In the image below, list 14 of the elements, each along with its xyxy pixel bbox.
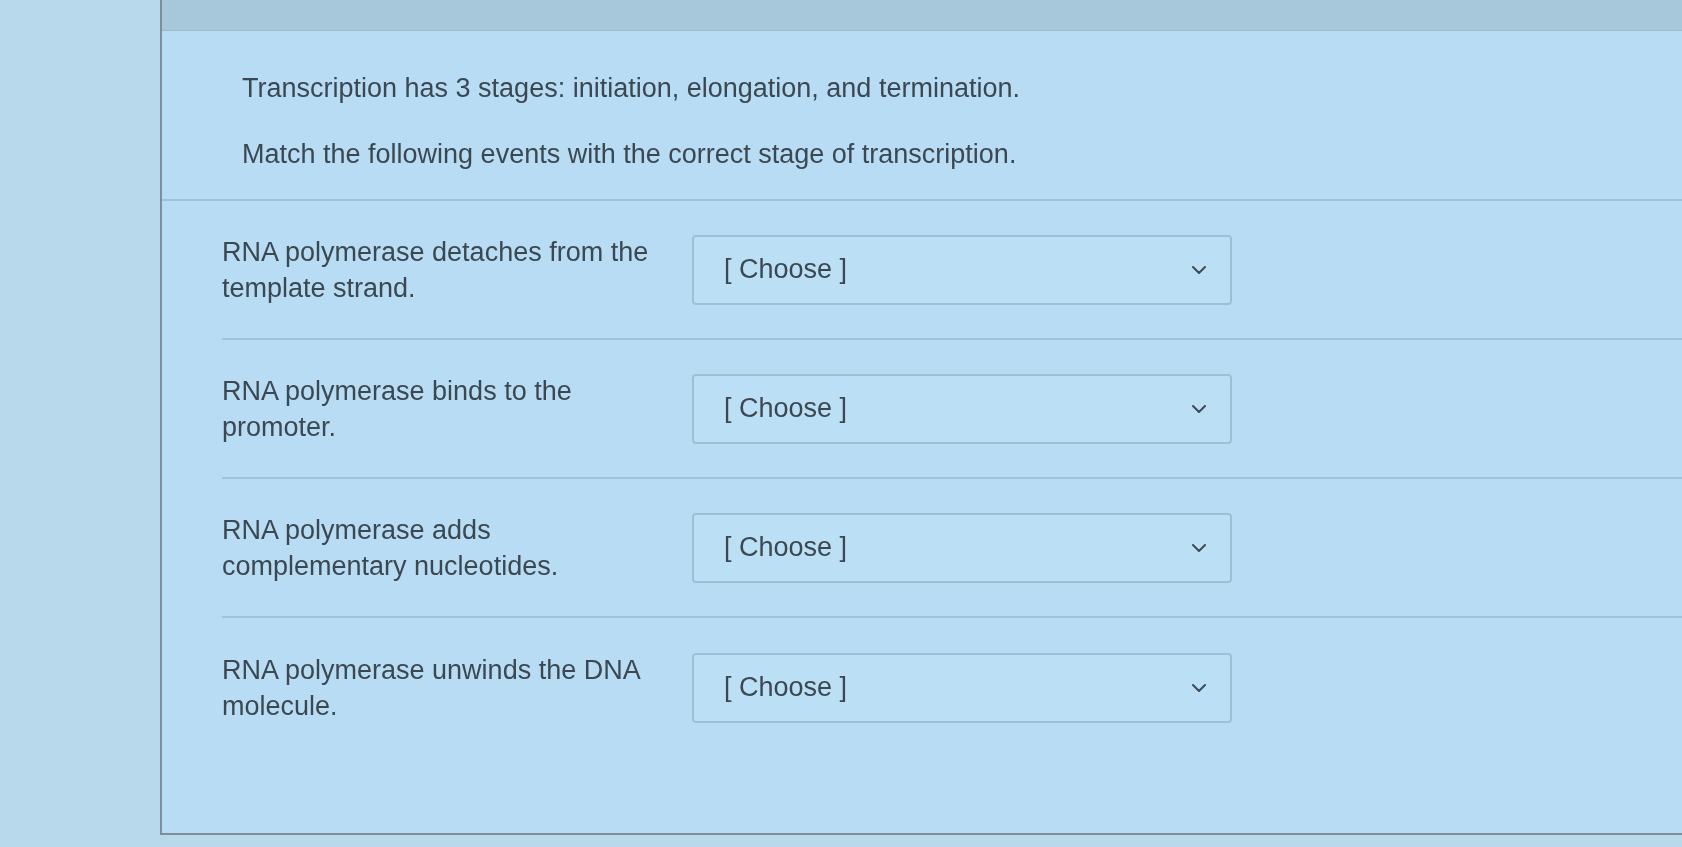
match-prompt: RNA polymerase detaches from the template strand. bbox=[222, 235, 650, 305]
chevron-down-icon bbox=[1192, 683, 1206, 692]
chevron-down-icon bbox=[1192, 404, 1206, 413]
stage-select[interactable]: [ Choose ] bbox=[692, 234, 1232, 305]
stage-select[interactable]: [ Choose ] bbox=[692, 652, 1232, 723]
chevron-down-icon bbox=[1192, 543, 1206, 552]
match-prompt: RNA polymerase adds complementary nucleotides. bbox=[222, 513, 560, 583]
chevron-down-icon bbox=[1192, 265, 1206, 274]
stage-select[interactable]: [ Choose ] bbox=[692, 373, 1232, 444]
match-prompt: RNA polymerase binds to the promoter. bbox=[222, 374, 573, 444]
question-text: Transcription has 3 stages: initiation, elongation, and termination. bbox=[242, 72, 1021, 105]
match-prompt: RNA polymerase unwinds the DNA molecule. bbox=[222, 653, 641, 723]
question-text: Match the following events with the correct stage of transcription. bbox=[242, 138, 1018, 171]
stage-select[interactable]: [ Choose ] bbox=[692, 512, 1232, 583]
